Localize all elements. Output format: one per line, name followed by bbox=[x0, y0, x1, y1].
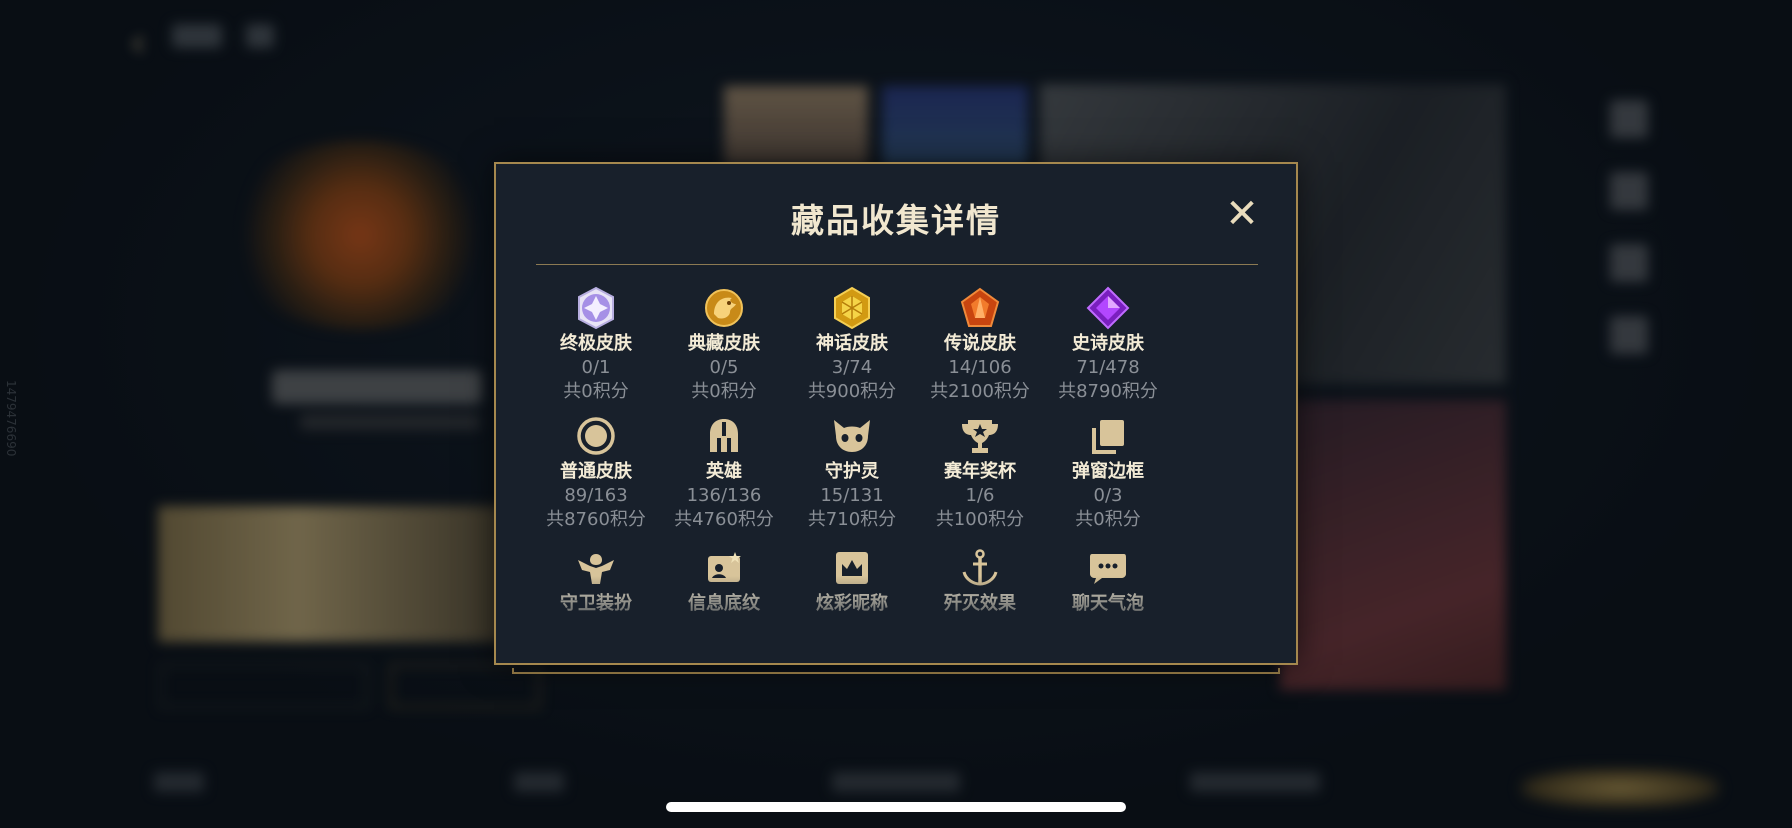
home-indicator[interactable] bbox=[666, 802, 1126, 812]
normal-skin-icon bbox=[577, 417, 615, 455]
category-legacy-skin[interactable]: 典藏皮肤 0/5 共0积分 bbox=[660, 286, 788, 404]
category-legendary-skin[interactable]: 传说皮肤 14/106 共2100积分 bbox=[916, 286, 1044, 404]
modal-shadow-frame bbox=[512, 668, 1280, 674]
hero-helmet-icon bbox=[710, 419, 738, 452]
category-popup-frame[interactable]: 弹窗边框 0/3 共0积分 bbox=[1044, 414, 1172, 532]
modal-title: 藏品收集详情 bbox=[791, 201, 1001, 240]
category-ultimate-skin[interactable]: 终极皮肤 0/1 共0积分 bbox=[532, 286, 660, 404]
category-colorful-nickname[interactable]: 炫彩昵称 bbox=[788, 546, 916, 616]
chat-bubble-icon bbox=[1090, 554, 1126, 584]
category-mythic-skin[interactable]: 神话皮肤 3/74 共900积分 bbox=[788, 286, 916, 404]
category-normal-skin[interactable]: 普通皮肤 89/163 共8760积分 bbox=[532, 414, 660, 532]
legacy-skin-icon bbox=[705, 289, 743, 327]
category-chat-bubble[interactable]: 聊天气泡 bbox=[1044, 546, 1172, 616]
popup-frame-icon bbox=[1092, 420, 1124, 454]
category-hero[interactable]: 英雄 136/136 共4760积分 bbox=[660, 414, 788, 532]
epic-skin-icon bbox=[1086, 286, 1130, 330]
info-background-icon bbox=[708, 552, 741, 582]
category-guardian-costume[interactable]: 守卫装扮 bbox=[532, 546, 660, 616]
category-info-background[interactable]: 信息底纹 bbox=[660, 546, 788, 616]
category-season-trophy[interactable]: 赛年奖杯 1/6 共100积分 bbox=[916, 414, 1044, 532]
category-epic-skin[interactable]: 史诗皮肤 71/478 共8790积分 bbox=[1044, 286, 1172, 404]
annihilation-effect-icon bbox=[962, 549, 998, 586]
title-divider bbox=[536, 264, 1258, 265]
close-icon[interactable]: ✕ bbox=[1222, 194, 1262, 234]
guardian-pet-icon bbox=[834, 420, 870, 452]
mythic-skin-icon bbox=[834, 286, 870, 330]
guardian-costume-icon bbox=[578, 554, 614, 584]
season-trophy-icon bbox=[962, 420, 998, 453]
legendary-skin-icon bbox=[960, 287, 1000, 327]
category-guardian-spirit[interactable]: 守护灵 15/131 共710积分 bbox=[788, 414, 916, 532]
ultimate-skin-icon bbox=[578, 286, 614, 330]
colorful-nickname-icon bbox=[836, 552, 868, 584]
category-grid[interactable]: 终极皮肤 0/1 共0积分 典藏皮肤 0/5 共0积分 神话皮肤 3/74 共9… bbox=[532, 286, 1254, 642]
collection-details-modal: 藏品收集详情 ✕ 终极皮肤 0/1 共0积分 典藏皮肤 0/5 共0积分 神话皮… bbox=[494, 162, 1298, 665]
category-annihilation-effect[interactable]: 歼灭效果 bbox=[916, 546, 1044, 616]
